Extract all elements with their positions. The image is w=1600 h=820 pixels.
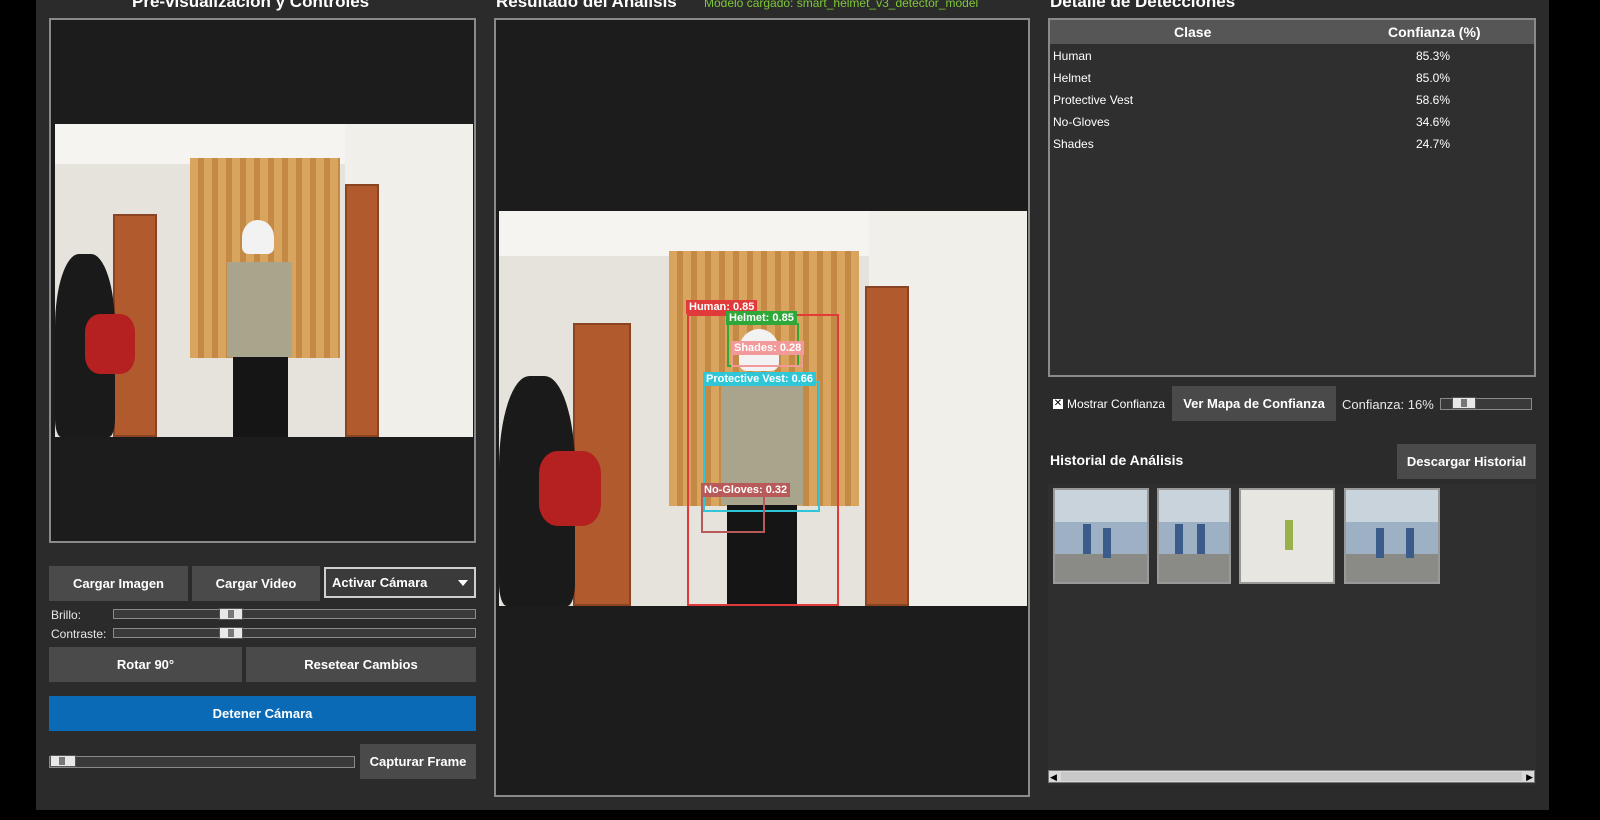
load-image-button[interactable]: Cargar Imagen (49, 566, 188, 601)
show-confidence-checkbox[interactable]: ✕ Mostrar Confianza (1053, 397, 1165, 411)
row-confidence: 58.6% (1416, 93, 1451, 107)
preview-title: Pre-visualización y Controles (132, 0, 370, 11)
download-history-button[interactable]: Descargar Historial (1397, 444, 1536, 479)
row-confidence: 85.0% (1416, 71, 1451, 85)
history-thumbnail[interactable] (1344, 488, 1440, 584)
load-video-button[interactable]: Cargar Video (192, 566, 320, 601)
history-horizontal-scrollbar[interactable]: ◀ ▶ (1048, 770, 1535, 783)
reset-button[interactable]: Resetear Cambios (246, 647, 476, 682)
table-row[interactable]: Human 85.3% (1053, 49, 1533, 69)
row-confidence: 85.3% (1416, 49, 1451, 63)
table-row[interactable]: Helmet 85.0% (1053, 71, 1533, 91)
result-panel: Human: 0.85 Helmet: 0.85 Shades: 0.28 Pr… (494, 18, 1030, 797)
row-confidence: 34.6% (1416, 115, 1451, 129)
dropdown-arrow-icon (458, 580, 468, 586)
checkbox-icon[interactable]: ✕ (1053, 399, 1063, 409)
model-status-text: Modelo cargado: smart_helmet_v3_detector… (704, 0, 979, 10)
preview-image (55, 124, 473, 437)
details-title: Detalle de Detecciones (1050, 0, 1236, 11)
confidence-threshold-label: Confianza: 16% (1342, 397, 1434, 412)
contrast-slider[interactable] (113, 627, 476, 639)
history-thumbnail[interactable] (1053, 488, 1149, 584)
show-confidence-label: Mostrar Confianza (1067, 397, 1166, 411)
header-class: Clase (1174, 24, 1212, 40)
scroll-right-icon[interactable]: ▶ (1526, 772, 1533, 783)
confidence-threshold-thumb[interactable] (1452, 397, 1476, 409)
detection-label-helmet: Helmet: 0.85 (726, 311, 797, 325)
preview-panel (49, 18, 476, 543)
contrast-label: Contraste: (51, 627, 107, 641)
detections-table-header: Clase Confianza (%) (1050, 20, 1534, 44)
brightness-slider[interactable] (113, 608, 476, 620)
camera-select[interactable]: Activar Cámara (324, 567, 476, 598)
history-thumbnail[interactable] (1239, 488, 1335, 584)
video-progress-thumb[interactable] (50, 755, 76, 767)
detection-label-vest: Protective Vest: 0.66 (703, 372, 817, 386)
confidence-threshold-slider[interactable] (1440, 397, 1532, 410)
video-progress-slider[interactable] (49, 755, 355, 768)
row-class: No-Gloves (1053, 115, 1110, 129)
scrollbar-thumb[interactable] (1061, 772, 1522, 781)
row-class: Protective Vest (1053, 93, 1134, 107)
brightness-slider-thumb[interactable] (219, 608, 243, 620)
capture-frame-button[interactable]: Capturar Frame (360, 744, 476, 779)
row-confidence: 24.7% (1416, 137, 1451, 151)
history-panel (1048, 484, 1536, 785)
detection-label-shades: Shades: 0.28 (731, 341, 805, 355)
history-thumbnail[interactable] (1157, 488, 1231, 584)
view-confidence-map-button[interactable]: Ver Mapa de Confianza (1172, 386, 1336, 421)
table-row[interactable]: No-Gloves 34.6% (1053, 115, 1533, 135)
result-title: Resultado del Análisis (496, 0, 677, 11)
history-title: Historial de Análisis (1050, 452, 1184, 468)
camera-select-value: Activar Cámara (332, 575, 428, 590)
scroll-left-icon[interactable]: ◀ (1050, 772, 1057, 783)
table-row[interactable]: Protective Vest 58.6% (1053, 93, 1533, 113)
brightness-label: Brillo: (51, 608, 82, 622)
detection-box-shades (731, 353, 803, 367)
header-confidence: Confianza (%) (1388, 24, 1481, 40)
table-row[interactable]: Shades 24.7% (1053, 137, 1533, 157)
contrast-slider-thumb[interactable] (219, 627, 243, 639)
rotate-button[interactable]: Rotar 90° (49, 647, 242, 682)
row-class: Helmet (1053, 71, 1092, 85)
result-image: Human: 0.85 Helmet: 0.85 Shades: 0.28 Pr… (499, 211, 1027, 606)
stop-camera-button[interactable]: Detener Cámara (49, 696, 476, 731)
row-class: Shades (1053, 137, 1094, 151)
detection-label-no-gloves: No-Gloves: 0.32 (701, 483, 791, 497)
row-class: Human (1053, 49, 1092, 63)
